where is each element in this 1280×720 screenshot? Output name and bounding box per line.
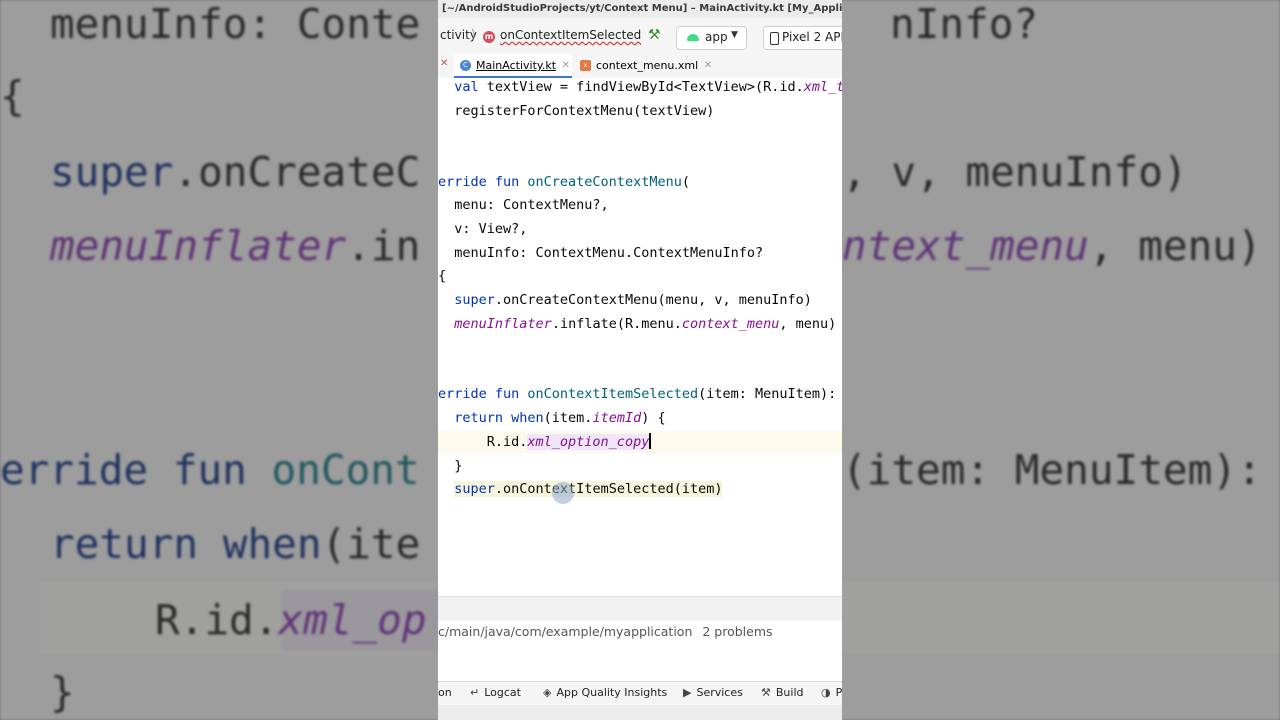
hammer-icon: ⚒ [761,686,771,699]
code-line: return when(item.itemId) { [454,410,666,426]
hammer-icon[interactable]: ⚒ [648,27,661,43]
chevron-down-icon: ▼ [731,30,738,40]
tool-window-partial[interactable]: on [438,686,452,699]
logcat-icon: ↵ [470,686,480,699]
text-cursor [649,433,651,449]
phone-icon [770,32,779,45]
ide-window: [~/AndroidStudioProjects/yt/Context Menu… [438,0,842,720]
tab-label: context_menu.xml [596,59,699,72]
breadcrumbs-status-row [438,596,842,622]
close-icon[interactable]: ✕ [562,54,570,77]
gauge-icon: ◑ [821,686,831,699]
breadcrumb-separator-icon: ⟩ [471,27,476,41]
tool-services[interactable]: ▶ Services [683,686,743,699]
current-code-line: R.id.xml_option_copy [438,431,842,453]
tool-profiler-partial[interactable]: ◑ P [821,686,842,699]
tool-window-bar: on ↵ Logcat ◈ App Quality Insights ▶ Servic… [438,681,842,706]
run-configuration-label: app [705,30,728,44]
tool-build[interactable]: ⚒ Build [761,686,804,699]
code-line: v: View?, [438,221,528,237]
android-icon [687,34,699,41]
code-line: menuInflater.inflate(R.menu.context_menu… [454,316,837,332]
code-line: menuInfo: ContextMenu.ContextMenuInfo? [438,245,764,261]
problems-row[interactable]: c/main/java/com/example/myapplication 2 … [438,621,842,643]
window-title: [~/AndroidStudioProjects/yt/Context Menu… [438,0,842,18]
navigation-bar: ctivity ⟩ m onContextItemSelected ⚒ app … [438,18,842,55]
code-line: registerForContextMenu(textView) [438,103,715,119]
xml-file-icon: x [580,60,591,71]
tab-mainactivity[interactable]: C MainActivity.kt ✕ [454,54,573,78]
code-editor[interactable]: val textView = findViewById<TextView>(R.… [438,78,842,596]
code-line: val textView = findViewById<TextView>(R.… [454,79,842,95]
services-icon: ▶ [683,686,692,699]
kotlin-file-icon: C [460,60,471,71]
code-line: menu: ContextMenu?, [438,197,609,213]
device-label: Pixel 2 API 3 [782,30,842,44]
breadcrumb-method[interactable]: onContextItemSelected [500,28,641,42]
tab-context-menu-xml[interactable]: x context_menu.xml ✕ [574,54,714,78]
tab-label: MainActivity.kt [476,59,557,72]
code-line: erride fun onContextItemSelected(item: M… [438,386,837,402]
code-line: { [438,268,447,284]
close-icon[interactable]: ✕ [440,58,448,69]
code-line: super.onContextItemSelected(item) [454,481,723,497]
tool-logcat[interactable]: ↵ Logcat [470,686,521,699]
close-icon[interactable]: ✕ [704,54,712,77]
code-line: erride fun onCreateContextMenu( [438,174,690,190]
code-line: } [438,458,463,474]
mouse-pointer-indicator [552,482,574,504]
problems-count[interactable]: 2 problems [702,624,772,639]
run-configuration-dropdown[interactable]: app ▼ [676,26,747,50]
method-icon: m [483,31,495,43]
tool-app-quality-insights[interactable]: ◈ App Quality Insights [543,686,667,699]
diamond-icon: ◈ [543,686,552,699]
file-path: c/main/java/com/example/myapplication [438,624,693,639]
status-bar [438,705,842,720]
code-line: super.onCreateContextMenu(menu, v, menuI… [454,292,812,308]
device-selector[interactable]: Pixel 2 API 3 [763,26,842,50]
